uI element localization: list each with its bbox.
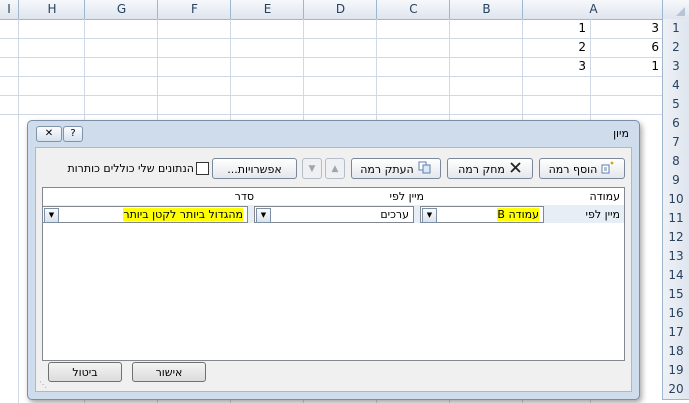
row-header[interactable]: 11 (662, 209, 689, 229)
move-up-button[interactable]: ▲ (325, 158, 345, 179)
header-column: עמודה (589, 190, 620, 203)
delete-level-label: מחק רמה (458, 163, 505, 176)
sort-on-select-value: ערכים (380, 208, 409, 221)
chevron-down-icon[interactable]: ▼ (422, 208, 437, 223)
options-button[interactable]: אפשרויות... (212, 158, 297, 179)
column-header-B[interactable]: B (449, 0, 523, 19)
copy-level-label: העתק רמה (360, 163, 414, 176)
ok-button[interactable]: אישור (132, 362, 206, 382)
column-select-value: עמודה B (497, 208, 539, 221)
headers-checkbox[interactable] (196, 162, 209, 175)
header-order: סדר (234, 190, 254, 203)
gridline (0, 114, 663, 115)
row-header[interactable]: 12 (662, 228, 689, 248)
chevron-down-icon[interactable]: ▼ (256, 208, 271, 223)
column-header-row: I H G F E D C B A (0, 0, 689, 20)
add-level-icon (601, 160, 615, 181)
column-header-E[interactable]: E (230, 0, 304, 19)
copy-level-icon (418, 160, 432, 181)
row-header[interactable]: 7 (662, 133, 689, 153)
row-header[interactable]: 13 (662, 247, 689, 267)
column-header-F[interactable]: F (157, 0, 231, 19)
cell-A3[interactable]: 1 (590, 57, 663, 75)
cell-A1[interactable]: 3 (590, 19, 663, 37)
cell-A2[interactable]: 6 (590, 38, 663, 56)
gridline (0, 76, 663, 77)
row-header[interactable]: 2 (662, 38, 689, 58)
cell-B2[interactable]: 2 (522, 38, 590, 56)
row-header[interactable]: 1 (662, 19, 689, 39)
column-header-G[interactable]: G (84, 0, 158, 19)
chevron-down-icon[interactable]: ▼ (44, 208, 59, 223)
row-header[interactable]: 14 (662, 266, 689, 286)
sort-dialog: מיון ? ✕ הוסף רמה מחק רמה העתק רמה ▲ ▼ א… (27, 120, 640, 400)
row-header[interactable]: 20 (662, 380, 689, 400)
delete-level-button[interactable]: מחק רמה (447, 158, 533, 179)
sort-level-label: מיין לפי (585, 208, 620, 221)
row-header[interactable]: 4 (662, 76, 689, 96)
column-select[interactable]: עמודה B ▼ (420, 206, 544, 223)
copy-level-button[interactable]: העתק רמה (351, 158, 441, 179)
order-select[interactable]: מהגדול ביותר לקטן ביותר ▼ (42, 206, 248, 223)
headers-checkbox-label[interactable]: הנתונים שלי כוללים כותרות (42, 162, 194, 175)
row-header-column: 1 2 3 4 5 6 7 8 9 10 11 12 13 14 15 16 1… (662, 19, 689, 403)
sort-levels-list[interactable]: עמודה מיין לפי סדר מיין לפי עמודה B ▼ ער… (42, 187, 625, 361)
row-header[interactable]: 16 (662, 304, 689, 324)
close-button[interactable]: ✕ (36, 126, 62, 142)
row-header[interactable]: 18 (662, 342, 689, 362)
cell-B1[interactable]: 1 (522, 19, 590, 37)
column-header-D[interactable]: D (303, 0, 377, 19)
row-header[interactable]: 3 (662, 57, 689, 77)
resize-grip-icon[interactable]: ⋰ (39, 380, 47, 389)
column-header-I[interactable]: I (0, 0, 18, 19)
row-header[interactable]: 9 (662, 171, 689, 191)
dialog-body: הוסף רמה מחק רמה העתק רמה ▲ ▼ אפשרויות..… (35, 147, 632, 392)
column-header-A[interactable]: A (522, 0, 664, 19)
select-all-triangle-icon (676, 7, 685, 16)
cell-B3[interactable]: 3 (522, 57, 590, 75)
dialog-titlebar[interactable]: מיון ? ✕ (28, 121, 639, 145)
header-sort-on: מיין לפי (389, 190, 424, 203)
sort-on-select[interactable]: ערכים ▼ (254, 206, 414, 223)
add-level-button[interactable]: הוסף רמה (539, 158, 625, 179)
row-header[interactable]: 15 (662, 285, 689, 305)
row-header[interactable]: 10 (662, 190, 689, 210)
order-select-value: מהגדול ביותר לקטן ביותר (123, 208, 243, 221)
column-header-C[interactable]: C (376, 0, 450, 19)
row-header[interactable]: 17 (662, 323, 689, 343)
add-level-label: הוסף רמה (548, 163, 598, 176)
gridline (0, 95, 663, 96)
sort-level-row[interactable]: מיין לפי עמודה B ▼ ערכים ▼ מהגדול ביותר … (42, 205, 624, 223)
help-button[interactable]: ? (63, 126, 83, 142)
row-header[interactable]: 19 (662, 361, 689, 381)
move-down-button[interactable]: ▼ (302, 158, 322, 179)
cancel-button[interactable]: ביטול (48, 362, 122, 382)
delete-level-icon (509, 160, 522, 181)
dialog-title: מיון (613, 127, 629, 140)
row-header[interactable]: 5 (662, 95, 689, 115)
row-header[interactable]: 6 (662, 114, 689, 134)
column-header-H[interactable]: H (18, 0, 85, 19)
select-all-corner[interactable] (662, 0, 689, 19)
row-header[interactable]: 8 (662, 152, 689, 172)
